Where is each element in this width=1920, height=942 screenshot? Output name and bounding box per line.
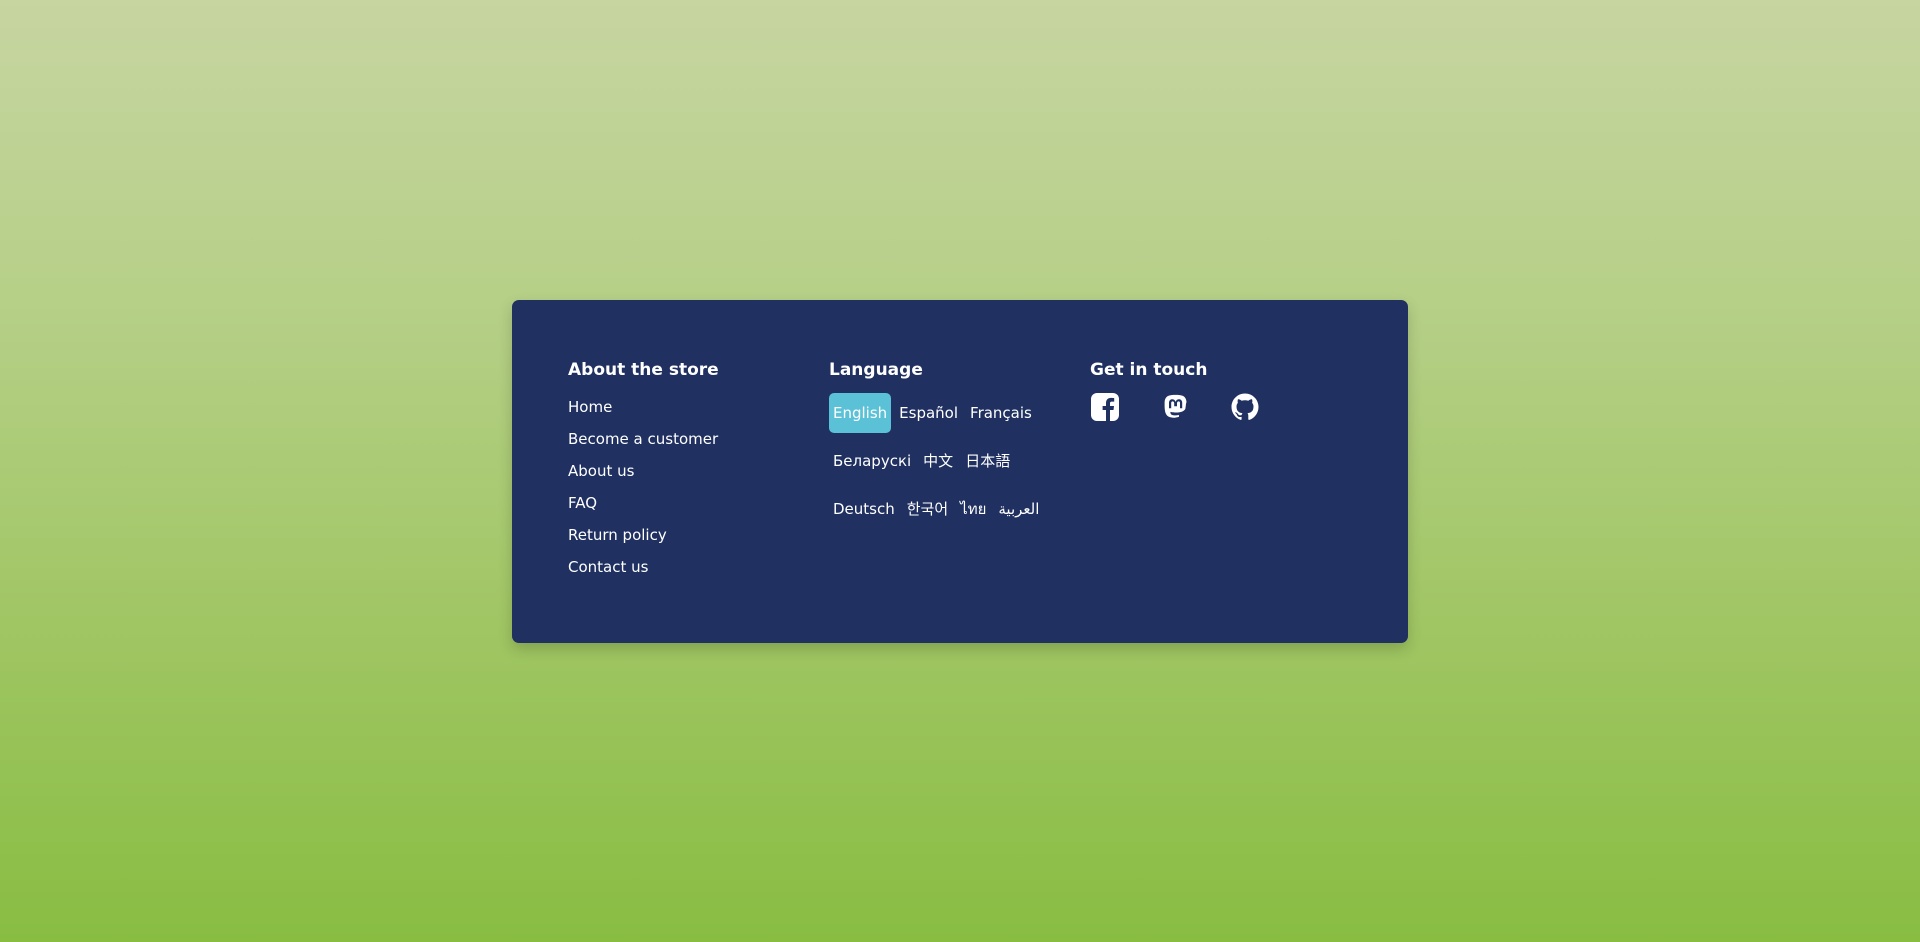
mastodon-icon[interactable] [1160, 392, 1190, 422]
language-option-english[interactable]: English [829, 393, 892, 433]
link-become-customer[interactable]: Become a customer [568, 429, 808, 449]
language-option-chinese[interactable]: 中文 [919, 441, 957, 481]
link-faq[interactable]: FAQ [568, 493, 808, 513]
about-store-heading: About the store [568, 360, 719, 380]
language-option-thai[interactable]: ไทย [956, 489, 990, 529]
link-contact-us[interactable]: Contact us [568, 557, 808, 577]
footer-card: About the store Home Become a customer A… [512, 300, 1408, 643]
language-option-japanese[interactable]: 日本語 [961, 441, 1014, 481]
github-icon[interactable] [1230, 392, 1260, 422]
link-about-us[interactable]: About us [568, 461, 808, 481]
language-row: Беларускі 中文 日本語 [829, 441, 1079, 481]
language-row: English Español Français [829, 393, 1079, 433]
language-section: Language English Español Français Белару… [829, 358, 1079, 537]
facebook-icon[interactable] [1090, 392, 1120, 422]
language-option-spanish[interactable]: Español [895, 393, 962, 433]
get-in-touch-section: Get in touch [1090, 358, 1340, 422]
about-store-section: About the store Home Become a customer A… [568, 358, 808, 589]
link-home[interactable]: Home [568, 397, 808, 417]
get-in-touch-heading: Get in touch [1090, 360, 1208, 380]
social-links [1090, 392, 1340, 422]
language-option-arabic[interactable]: العربية [994, 489, 1043, 529]
language-option-german[interactable]: Deutsch [829, 489, 899, 529]
language-heading: Language [829, 360, 923, 380]
link-return-policy[interactable]: Return policy [568, 525, 808, 545]
language-option-korean[interactable]: 한국어 [903, 489, 952, 529]
language-row: Deutsch 한국어 ไทย العربية [829, 489, 1079, 529]
language-option-french[interactable]: Français [966, 393, 1036, 433]
language-options: English Español Français Беларускі 中文 日本… [829, 393, 1079, 537]
about-links-list: Home Become a customer About us FAQ Retu… [568, 397, 808, 577]
language-option-belarusian[interactable]: Беларускі [829, 441, 915, 481]
